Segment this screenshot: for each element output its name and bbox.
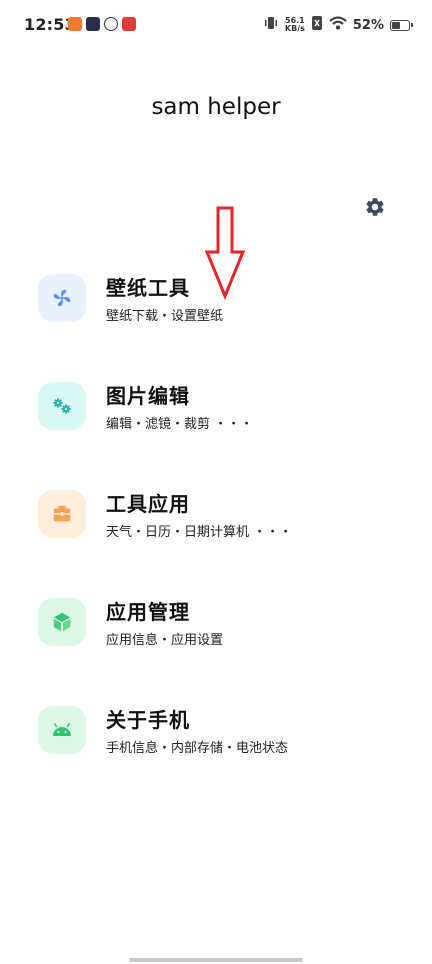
menu-title: 关于手机: [106, 708, 190, 732]
notification-icon-app2: [86, 17, 100, 31]
no-sim-icon: [311, 15, 323, 35]
notification-icon-app3: [104, 17, 118, 31]
wifi-icon: [329, 15, 347, 35]
network-speed-unit: KB/s: [284, 24, 305, 33]
menu-icon-bg: [38, 706, 86, 754]
menu-title: 工具应用: [106, 492, 190, 516]
fan-icon: [53, 289, 71, 307]
settings-button[interactable]: [361, 193, 389, 221]
menu-item-wallpaper-tools[interactable]: 壁纸工具 壁纸下载・设置壁纸: [36, 274, 396, 338]
network-speed: 56.1 KB/s: [285, 17, 305, 33]
status-right-group: 56.1 KB/s 52%: [263, 15, 413, 35]
gear-icon: [366, 198, 384, 216]
menu-subtitle: 应用信息・应用设置: [106, 633, 224, 648]
menu-icon-bg: [38, 598, 86, 646]
menu-icon-bg: [38, 274, 86, 322]
menu-subtitle: 手机信息・内部存储・电池状态: [106, 741, 289, 756]
status-bar: 12:53 56.1 KB/s 52%: [0, 0, 432, 52]
page-title: sam helper: [151, 94, 281, 120]
notification-icon-app1: [68, 17, 82, 31]
menu-subtitle: 编辑・滤镜・裁剪 ・・・: [106, 417, 254, 432]
gears-icon: [53, 398, 71, 414]
menu-icon-bg: [38, 490, 86, 538]
menu-icon-bg: [38, 382, 86, 430]
battery-fill: [392, 21, 400, 29]
menu-item-tool-apps[interactable]: 工具应用 天气・日历・日期计算机 ・・・: [36, 490, 396, 554]
vibrate-icon: [263, 15, 279, 35]
menu-title: 应用管理: [106, 600, 190, 624]
battery-icon: [390, 19, 413, 31]
android-icon: [53, 723, 71, 736]
menu-title: 壁纸工具: [106, 276, 190, 300]
gesture-nav-handle[interactable]: [129, 958, 303, 962]
menu-item-image-editing[interactable]: 图片编辑 编辑・滤镜・裁剪 ・・・: [36, 382, 396, 446]
notification-icon-app4: [122, 17, 136, 31]
menu-subtitle: 天气・日历・日期计算机 ・・・: [106, 525, 293, 540]
menu-item-about-phone[interactable]: 关于手机 手机信息・内部存储・电池状态: [36, 706, 396, 770]
battery-percent: 52%: [352, 17, 384, 33]
menu-item-app-management[interactable]: 应用管理 应用信息・应用设置: [36, 598, 396, 662]
menu-title: 图片编辑: [106, 384, 190, 408]
menu-subtitle: 壁纸下载・设置壁纸: [106, 309, 224, 324]
toolbox-icon: [53, 505, 71, 522]
cube-icon: [53, 612, 71, 632]
